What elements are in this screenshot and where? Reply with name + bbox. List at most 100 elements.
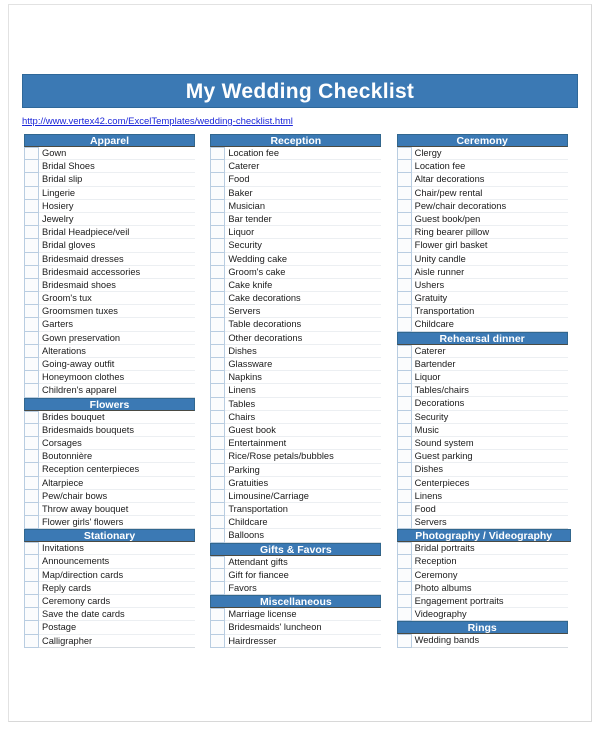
checkbox-cell[interactable] bbox=[210, 634, 226, 648]
checkbox-cell[interactable] bbox=[24, 608, 39, 622]
checkbox-cell[interactable] bbox=[210, 186, 226, 200]
checkbox-cell[interactable] bbox=[24, 634, 39, 648]
checkbox-cell[interactable] bbox=[24, 252, 39, 266]
checkbox-cell[interactable] bbox=[24, 226, 39, 240]
checkbox-cell[interactable] bbox=[24, 542, 39, 556]
checkbox-cell[interactable] bbox=[396, 384, 412, 398]
checkbox-cell[interactable] bbox=[24, 371, 39, 385]
checkbox-cell[interactable] bbox=[396, 581, 412, 595]
checkbox-cell[interactable] bbox=[396, 516, 412, 530]
checkbox-cell[interactable] bbox=[210, 555, 226, 569]
checkbox-cell[interactable] bbox=[24, 568, 39, 582]
checkbox-cell[interactable] bbox=[396, 318, 412, 332]
checkbox-cell[interactable] bbox=[24, 173, 39, 187]
checkbox-cell[interactable] bbox=[210, 371, 226, 385]
checkbox-cell[interactable] bbox=[210, 331, 226, 345]
checkbox-cell[interactable] bbox=[24, 212, 39, 227]
checkbox-cell[interactable] bbox=[24, 436, 39, 451]
checkbox-cell[interactable] bbox=[210, 503, 226, 517]
checkbox-cell[interactable] bbox=[210, 305, 226, 319]
checkbox-cell[interactable] bbox=[210, 450, 226, 464]
checkbox-cell[interactable] bbox=[24, 423, 39, 437]
checkbox-cell[interactable] bbox=[396, 608, 412, 622]
checkbox-cell[interactable] bbox=[396, 173, 412, 187]
checkbox-cell[interactable] bbox=[24, 265, 39, 279]
checkbox-cell[interactable] bbox=[210, 568, 226, 582]
checkbox-cell[interactable] bbox=[396, 357, 412, 371]
checkbox-cell[interactable] bbox=[210, 212, 226, 227]
checkbox-cell[interactable] bbox=[210, 582, 226, 596]
checkbox-cell[interactable] bbox=[210, 265, 226, 279]
checkbox-cell[interactable] bbox=[24, 160, 39, 174]
checkbox-cell[interactable] bbox=[396, 634, 412, 648]
checkbox-cell[interactable] bbox=[24, 581, 39, 595]
checkbox-cell[interactable] bbox=[210, 608, 226, 622]
checkbox-cell[interactable] bbox=[210, 463, 226, 477]
checkbox-cell[interactable] bbox=[24, 331, 39, 345]
checkbox-cell[interactable] bbox=[24, 463, 39, 477]
checkbox-cell[interactable] bbox=[210, 529, 226, 543]
checkbox-cell[interactable] bbox=[396, 344, 412, 358]
checkbox-cell[interactable] bbox=[210, 160, 226, 174]
checkbox-cell[interactable] bbox=[210, 252, 226, 266]
checkbox-cell[interactable] bbox=[396, 265, 412, 279]
checkbox-cell[interactable] bbox=[24, 450, 39, 464]
checkbox-cell[interactable] bbox=[24, 384, 39, 398]
checkbox-cell[interactable] bbox=[396, 555, 412, 569]
checkbox-cell[interactable] bbox=[396, 397, 412, 411]
checkbox-cell[interactable] bbox=[210, 226, 226, 240]
checkbox-cell[interactable] bbox=[210, 292, 226, 306]
checkbox-cell[interactable] bbox=[210, 437, 226, 451]
checkbox-cell[interactable] bbox=[396, 450, 412, 464]
checkbox-cell[interactable] bbox=[24, 502, 39, 517]
checkbox-cell[interactable] bbox=[210, 621, 226, 635]
checkbox-cell[interactable] bbox=[396, 305, 412, 319]
checkbox-cell[interactable] bbox=[396, 595, 412, 609]
checkbox-cell[interactable] bbox=[24, 555, 39, 569]
checkbox-cell[interactable] bbox=[210, 147, 226, 161]
checkbox-cell[interactable] bbox=[24, 186, 39, 200]
checkbox-cell[interactable] bbox=[396, 278, 412, 293]
checkbox-cell[interactable] bbox=[396, 160, 412, 174]
checkbox-cell[interactable] bbox=[24, 147, 39, 161]
checkbox-cell[interactable] bbox=[210, 344, 226, 358]
checkbox-cell[interactable] bbox=[24, 318, 39, 332]
checkbox-cell[interactable] bbox=[396, 226, 412, 240]
checkbox-cell[interactable] bbox=[24, 344, 39, 358]
checkbox-cell[interactable] bbox=[210, 476, 226, 490]
checkbox-cell[interactable] bbox=[396, 371, 412, 385]
source-url-link[interactable]: http://www.vertex42.com/ExcelTemplates/w… bbox=[22, 116, 293, 127]
checkbox-cell[interactable] bbox=[24, 199, 39, 213]
checkbox-cell[interactable] bbox=[24, 595, 39, 609]
checkbox-cell[interactable] bbox=[210, 239, 226, 253]
checkbox-cell[interactable] bbox=[210, 516, 226, 530]
checkbox-cell[interactable] bbox=[210, 423, 226, 438]
checkbox-cell[interactable] bbox=[24, 489, 39, 503]
checkbox-cell[interactable] bbox=[210, 358, 226, 372]
checkbox-cell[interactable] bbox=[396, 199, 412, 213]
checkbox-cell[interactable] bbox=[210, 397, 226, 411]
checkbox-cell[interactable] bbox=[396, 542, 412, 556]
checkbox-cell[interactable] bbox=[396, 489, 412, 503]
checkbox-cell[interactable] bbox=[396, 239, 412, 253]
checkbox-cell[interactable] bbox=[24, 476, 39, 490]
checkbox-cell[interactable] bbox=[396, 568, 412, 582]
checkbox-cell[interactable] bbox=[210, 278, 226, 293]
checkbox-cell[interactable] bbox=[24, 305, 39, 319]
checkbox-cell[interactable] bbox=[210, 173, 226, 187]
checkbox-cell[interactable] bbox=[210, 410, 226, 424]
checkbox-cell[interactable] bbox=[396, 292, 412, 306]
checkbox-cell[interactable] bbox=[396, 463, 412, 477]
checkbox-cell[interactable] bbox=[396, 502, 412, 517]
checkbox-cell[interactable] bbox=[210, 199, 226, 213]
checkbox-cell[interactable] bbox=[396, 423, 412, 437]
checkbox-cell[interactable] bbox=[396, 212, 412, 227]
checkbox-cell[interactable] bbox=[210, 384, 226, 398]
checkbox-cell[interactable] bbox=[210, 489, 226, 504]
checkbox-cell[interactable] bbox=[396, 436, 412, 451]
checkbox-cell[interactable] bbox=[396, 186, 412, 200]
checkbox-cell[interactable] bbox=[396, 476, 412, 490]
checkbox-cell[interactable] bbox=[24, 358, 39, 372]
checkbox-cell[interactable] bbox=[210, 318, 226, 332]
checkbox-cell[interactable] bbox=[24, 239, 39, 253]
